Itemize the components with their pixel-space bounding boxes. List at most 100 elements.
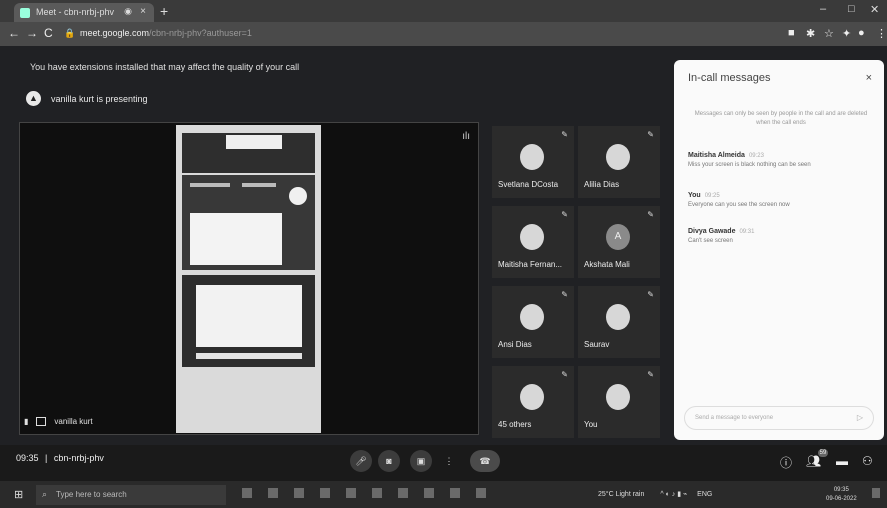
taskbar-app-icon[interactable] [476,488,486,498]
search-placeholder: Type here to search [56,490,127,499]
avatar [520,144,544,170]
shared-screen-text [242,183,276,187]
notifications-icon[interactable] [872,488,880,498]
search-icon: ⌕ [42,489,48,499]
activities-icon[interactable]: ⚇ [862,454,873,468]
pin-icon[interactable]: ✎ [561,290,568,299]
extension-warning: You have extensions installed that may a… [30,62,300,72]
pin-icon[interactable]: ✎ [647,210,654,219]
message-input[interactable]: Send a message to everyone ▷ [684,406,874,430]
new-tab-button[interactable]: + [160,3,168,19]
people-count-badge: 59 [818,449,828,457]
meeting-time: 09:35 [16,453,39,463]
more-options-button[interactable]: ⋮ [438,450,460,472]
message-text: Miss your screen is black nothing can be… [688,162,811,168]
pin-icon[interactable]: ✎ [561,370,568,379]
taskbar-app-icon[interactable] [450,488,460,498]
tray-icons[interactable]: ^ ◐ ♪ ▮ ⌁ [660,491,687,498]
participant-name: Alilia Dias [584,180,620,189]
microphone-button[interactable]: 🎤︎ [350,450,372,472]
taskbar-clock[interactable]: 09:35 09-06-2022 [826,486,857,504]
pin-icon[interactable]: ✎ [647,290,654,299]
browser-tab[interactable]: Meet - cbn-nrbj-phv ◉ × [14,3,154,22]
message-sender: You [688,192,701,199]
participant-tile[interactable]: ✎ Svetlana DCosta [492,126,574,198]
messages-notice: Messages can only be seen by people in t… [694,111,868,126]
taskbar-app-icon[interactable] [398,488,408,498]
reload-button[interactable]: C [44,26,53,40]
profile-avatar-icon[interactable]: ● [858,27,865,39]
participant-tile[interactable]: ✎ A Akshata Mali [578,206,660,278]
window-close-button[interactable]: ✕ [870,3,879,16]
taskbar-app-icon[interactable] [424,488,434,498]
maximize-button[interactable]: □ [848,3,855,15]
taskbar-app-icon[interactable] [268,488,278,498]
meeting-info: 09:35 | cbn-nrbj-phv [16,453,104,463]
chat-icon[interactable]: ▬ [836,454,848,468]
browser-tab-bar: Meet - cbn-nrbj-phv ◉ × + – □ ✕ [0,0,887,22]
puzzle-icon[interactable]: ✦ [842,27,851,40]
url-field[interactable]: meet.google.com/cbn-nrbj-phv?authuser=1 [80,28,252,38]
presenting-indicator: ▲ vanilla kurt is presenting [26,91,148,106]
meet-favicon-icon [20,8,30,18]
avatar [606,384,630,410]
taskbar-search[interactable]: ⌕ Type here to search [36,485,226,505]
present-icon: ▲ [26,91,41,106]
message-sender: Maitisha Almeida [688,152,745,159]
avatar [606,304,630,330]
participant-tile[interactable]: ✎ 45 others [492,366,574,438]
participant-tile[interactable]: ✎ Ansi Dias [492,286,574,358]
shared-screen-header [182,133,315,173]
message-text: Everyone can you see the screen now [688,202,790,208]
present-screen-button[interactable]: ▣ [410,450,432,472]
pin-icon[interactable]: ✎ [561,130,568,139]
presenter-label: ▮ vanilla kurt [24,417,93,426]
participant-name: Saurav [584,340,610,349]
windows-start-icon[interactable]: ⊞ [14,488,23,501]
shared-screen-text [190,183,230,187]
panel-close-icon[interactable]: × [866,72,872,84]
forward-button[interactable]: → [26,26,38,40]
participant-name: You [584,420,598,429]
participant-name: Akshata Mali [584,260,630,269]
windows-taskbar: ⊞ ⌕ Type here to search 25°C Light rain … [0,481,887,508]
back-button[interactable]: ← [8,26,20,40]
in-call-messages-panel: In-call messages × Messages can only be … [674,60,884,440]
avatar [520,224,544,250]
camera-button[interactable]: ◙ [378,450,400,472]
extensions-icon[interactable]: ✱ [806,27,815,40]
camera-permission-icon[interactable]: ■ [788,27,795,39]
minimize-button[interactable]: – [820,3,826,15]
separator: | [45,453,48,463]
weather-widget[interactable]: 25°C Light rain [598,491,644,498]
tab-close-icon[interactable]: × [140,6,146,17]
shared-screen-window [190,213,282,265]
task-view-icon[interactable] [242,488,252,498]
taskbar-app-icon[interactable] [320,488,330,498]
pin-icon[interactable]: ▮ [24,417,28,426]
participant-tile[interactable]: ✎ Alilia Dias [578,126,660,198]
bookmark-star-icon[interactable]: ☆ [824,27,834,40]
taskbar-app-icon[interactable] [294,488,304,498]
participant-tile[interactable]: ✎ You [578,366,660,438]
taskbar-app-icon[interactable] [346,488,356,498]
presentation-stage[interactable]: ılı ▮ vanilla kurt [19,122,479,435]
message-input-placeholder: Send a message to everyone [695,415,774,421]
message-time: 09:23 [748,153,764,159]
pin-icon[interactable]: ✎ [561,210,568,219]
participant-tile[interactable]: ✎ Maitisha Fernan... [492,206,574,278]
pin-icon[interactable]: ✎ [647,130,654,139]
pin-icon[interactable]: ✎ [647,370,654,379]
language-indicator[interactable]: ENG [697,491,712,498]
panel-title: In-call messages [688,72,771,84]
meeting-details-icon[interactable]: ⓘ [780,454,792,471]
lock-icon: 🔒 [64,28,76,38]
more-menu-icon[interactable]: ⋮ [876,27,887,40]
screen-share-icon [36,417,47,426]
participant-tile[interactable]: ✎ Saurav [578,286,660,358]
leave-call-button[interactable]: ☎ [470,450,500,472]
system-tray: 25°C Light rain ^ ◐ ♪ ▮ ⌁ ENG [598,490,712,498]
send-icon[interactable]: ▷ [857,413,863,422]
taskbar-app-icon[interactable] [372,488,382,498]
address-bar: ← → C 🔒 meet.google.com/cbn-nrbj-phv?aut… [0,22,887,46]
